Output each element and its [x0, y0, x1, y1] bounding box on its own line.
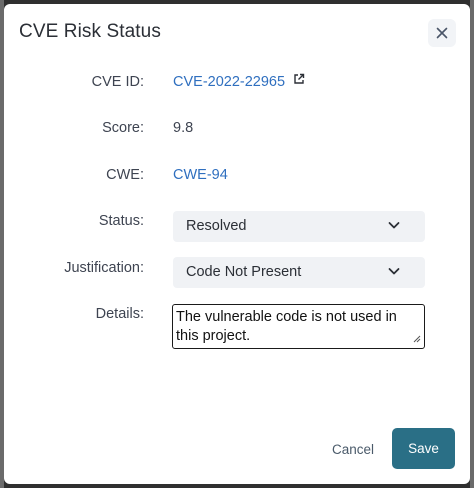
- external-link-icon[interactable]: [293, 73, 305, 89]
- status-label: Status:: [98, 213, 144, 229]
- chevron-down-icon: [388, 222, 400, 229]
- justification-label: Justification:: [64, 260, 144, 276]
- cancel-button[interactable]: Cancel: [318, 432, 388, 466]
- justification-selected-value: Code Not Present: [186, 264, 302, 280]
- cwe-value: CWE-94: [173, 167, 228, 183]
- cve-id-value: CVE-2022-22965: [173, 73, 305, 90]
- score-value: 9.8: [173, 120, 194, 136]
- dialog-title: CVE Risk Status: [19, 21, 161, 42]
- status-selected-value: Resolved: [186, 218, 247, 234]
- cwe-link[interactable]: CWE-94: [173, 167, 228, 183]
- chevron-down-icon: [388, 268, 400, 275]
- close-icon: [436, 27, 448, 39]
- backdrop-edge-right: [470, 0, 474, 488]
- score-label: Score:: [102, 120, 144, 136]
- details-label: Details:: [95, 306, 144, 322]
- details-textarea[interactable]: [172, 304, 425, 349]
- status-select[interactable]: Resolved: [173, 211, 425, 242]
- cve-id-link[interactable]: CVE-2022-22965: [173, 74, 285, 90]
- close-button[interactable]: [428, 19, 456, 47]
- justification-select[interactable]: Code Not Present: [173, 257, 425, 288]
- cve-risk-status-dialog: CVE Risk Status CVE ID: CVE-2022-22965 S…: [4, 4, 470, 484]
- resize-handle-icon[interactable]: [412, 334, 421, 343]
- cve-id-label: CVE ID:: [91, 74, 144, 90]
- cwe-label: CWE:: [106, 167, 144, 183]
- save-button[interactable]: Save: [392, 428, 455, 469]
